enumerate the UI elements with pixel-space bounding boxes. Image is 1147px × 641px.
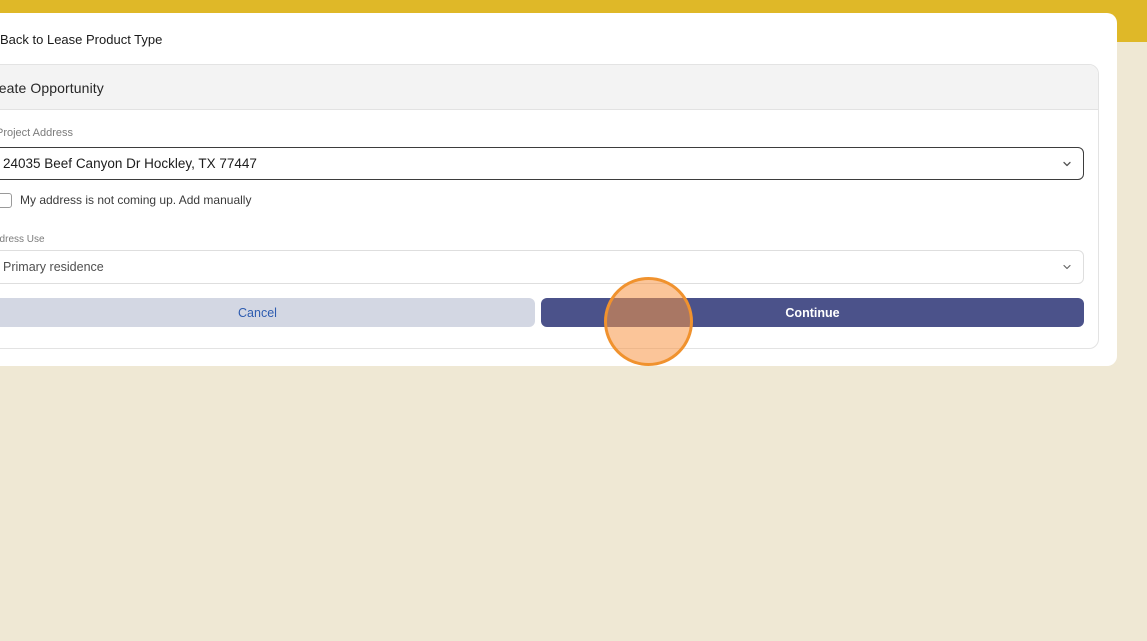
click-indicator: [604, 277, 693, 366]
cancel-button[interactable]: Cancel: [0, 298, 535, 327]
panel-title: reate Opportunity: [0, 80, 104, 96]
chevron-down-icon[interactable]: [1061, 158, 1073, 170]
back-to-lease-product-type-link[interactable]: Back to Lease Product Type: [0, 32, 162, 47]
manual-address-label[interactable]: My address is not coming up. Add manuall…: [20, 193, 251, 207]
manual-address-checkbox[interactable]: [0, 192, 12, 208]
manual-address-row: My address is not coming up. Add manuall…: [0, 192, 251, 208]
project-address-label: Project Address: [0, 127, 74, 139]
address-use-value: Primary residence: [3, 260, 104, 274]
project-address-select[interactable]: 24035 Beef Canyon Dr Hockley, TX 77447: [0, 147, 1084, 180]
address-use-select[interactable]: Primary residence: [0, 250, 1084, 284]
project-address-value: 24035 Beef Canyon Dr Hockley, TX 77447: [3, 156, 257, 171]
panel-header: reate Opportunity: [0, 65, 1098, 110]
address-use-label: ddress Use: [0, 234, 45, 245]
chevron-down-icon[interactable]: [1061, 261, 1073, 273]
